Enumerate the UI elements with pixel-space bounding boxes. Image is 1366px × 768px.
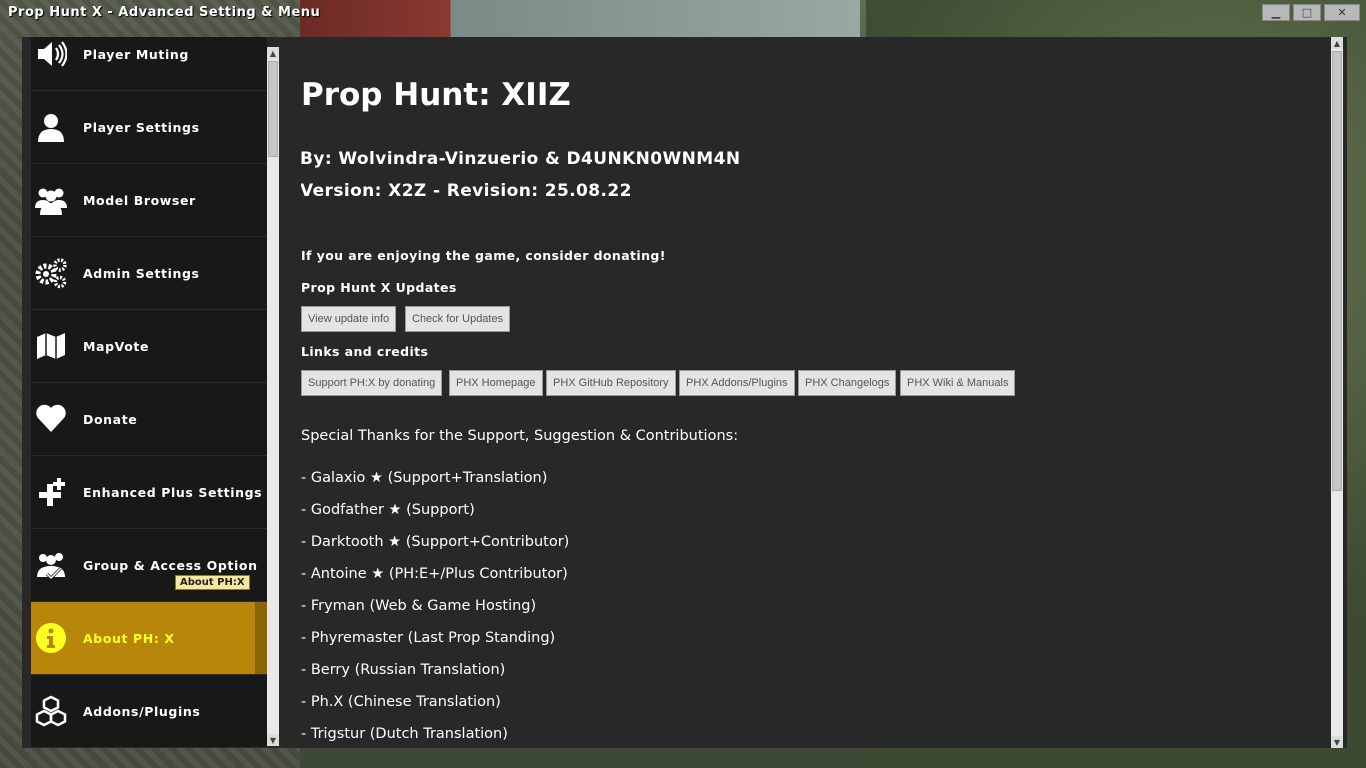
maximize-button[interactable]: □ (1293, 4, 1321, 21)
sidebar-item-label: Donate (83, 411, 138, 427)
scroll-down-arrow-icon[interactable]: ▼ (267, 734, 279, 746)
scroll-down-arrow-icon[interactable]: ▼ (1331, 736, 1343, 748)
user-icon (35, 111, 67, 143)
group-check-icon (35, 549, 67, 581)
minimize-button[interactable]: ▁ (1262, 4, 1290, 21)
sidebar-item-enhanced-plus[interactable]: Enhanced Plus Settings (31, 456, 267, 529)
scroll-up-arrow-icon[interactable]: ▲ (267, 47, 279, 59)
scroll-thumb[interactable] (268, 61, 278, 157)
page-title: Prop Hunt: XIIZ (301, 77, 571, 113)
scroll-up-arrow-icon[interactable]: ▲ (1331, 37, 1343, 49)
scroll-thumb[interactable] (1332, 51, 1342, 491)
window-title: Prop Hunt X - Advanced Setting & Menu (8, 5, 321, 20)
credit-item: - Fryman (Web & Game Hosting) (301, 598, 537, 614)
sidebar-item-label: Enhanced Plus Settings (83, 484, 263, 500)
gears-icon (35, 257, 67, 289)
credit-item: - Galaxio ★ (Support+Translation) (301, 470, 548, 486)
close-button[interactable]: ✕ (1324, 4, 1360, 21)
donate-prompt: If you are enjoying the game, consider d… (301, 248, 666, 263)
info-icon (35, 622, 67, 654)
thanks-heading: Special Thanks for the Support, Suggesti… (301, 428, 739, 444)
sidebar: Player Muting Player Settings Model Brow… (31, 37, 267, 748)
links-heading: Links and credits (301, 344, 429, 359)
sidebar-item-label: Admin Settings (83, 265, 200, 281)
sidebar-item-label: About PH: X (83, 630, 175, 646)
sidebar-item-label: MapVote (83, 338, 150, 354)
version-line: Version: X2Z - Revision: 25.08.22 (301, 181, 632, 201)
credit-item: - Darktooth ★ (Support+Contributor) (301, 534, 570, 550)
credit-item: - Antoine ★ (PH:E+/Plus Contributor) (301, 566, 568, 582)
homepage-link-button[interactable]: PHX Homepage (449, 370, 543, 396)
window-titlebar[interactable]: Prop Hunt X - Advanced Setting & Menu ▁ … (0, 0, 1366, 26)
active-indicator (255, 602, 267, 674)
settings-panel: Player Muting Player Settings Model Brow… (22, 37, 1347, 748)
about-content: Prop Hunt: XIIZ By: Wolvindra-Vinzuerio … (301, 37, 1331, 748)
updates-heading: Prop Hunt X Updates (301, 280, 457, 295)
view-update-info-button[interactable]: View update info (301, 306, 397, 332)
github-link-button[interactable]: PHX GitHub Repository (546, 370, 676, 396)
users-icon (35, 184, 67, 216)
sidebar-item-label: Group & Access Option (83, 557, 258, 573)
credit-item: - Trigstur (Dutch Translation) (301, 726, 508, 742)
wiki-link-button[interactable]: PHX Wiki & Manuals (900, 370, 1016, 396)
sidebar-item-mapvote[interactable]: MapVote (31, 310, 267, 383)
plus-icon (35, 476, 67, 508)
boxes-icon (35, 695, 67, 727)
sidebar-item-model-browser[interactable]: Model Browser (31, 164, 267, 237)
heart-icon (35, 403, 67, 435)
credit-item: - Berry (Russian Translation) (301, 662, 506, 678)
sidebar-item-about[interactable]: About PH: X (31, 602, 267, 675)
sidebar-item-player-muting[interactable]: Player Muting (31, 37, 267, 91)
addons-link-button[interactable]: PHX Addons/Plugins (679, 370, 795, 396)
sidebar-item-label: Player Settings (83, 119, 200, 135)
speaker-icon (35, 38, 67, 70)
credit-item: - Phyremaster (Last Prop Standing) (301, 630, 556, 646)
authors-line: By: Wolvindra-Vinzuerio & D4UNKN0WNM4N (301, 149, 741, 169)
credit-item: - Godfather ★ (Support) (301, 502, 475, 518)
sidebar-item-donate[interactable]: Donate (31, 383, 267, 456)
sidebar-scrollbar[interactable]: ▲ ▼ (267, 47, 279, 746)
check-updates-button[interactable]: Check for Updates (405, 306, 511, 332)
sidebar-item-addons[interactable]: Addons/Plugins (31, 675, 267, 748)
sidebar-item-group-access[interactable]: Group & Access Option (31, 529, 267, 602)
content-scrollbar[interactable]: ▲ ▼ (1331, 37, 1343, 748)
sidebar-item-admin-settings[interactable]: Admin Settings (31, 237, 267, 310)
window-controls: ▁ □ ✕ (1262, 4, 1360, 21)
sidebar-item-player-settings[interactable]: Player Settings (31, 91, 267, 164)
tooltip: About PH:X (175, 575, 250, 590)
sidebar-item-label: Model Browser (83, 192, 196, 208)
changelogs-link-button[interactable]: PHX Changelogs (798, 370, 897, 396)
credit-item: - Ph.X (Chinese Translation) (301, 694, 501, 710)
donate-link-button[interactable]: Support PH:X by donating (301, 370, 443, 396)
map-icon (35, 330, 67, 362)
sidebar-item-label: Addons/Plugins (83, 703, 201, 719)
sidebar-item-label: Player Muting (83, 46, 189, 62)
